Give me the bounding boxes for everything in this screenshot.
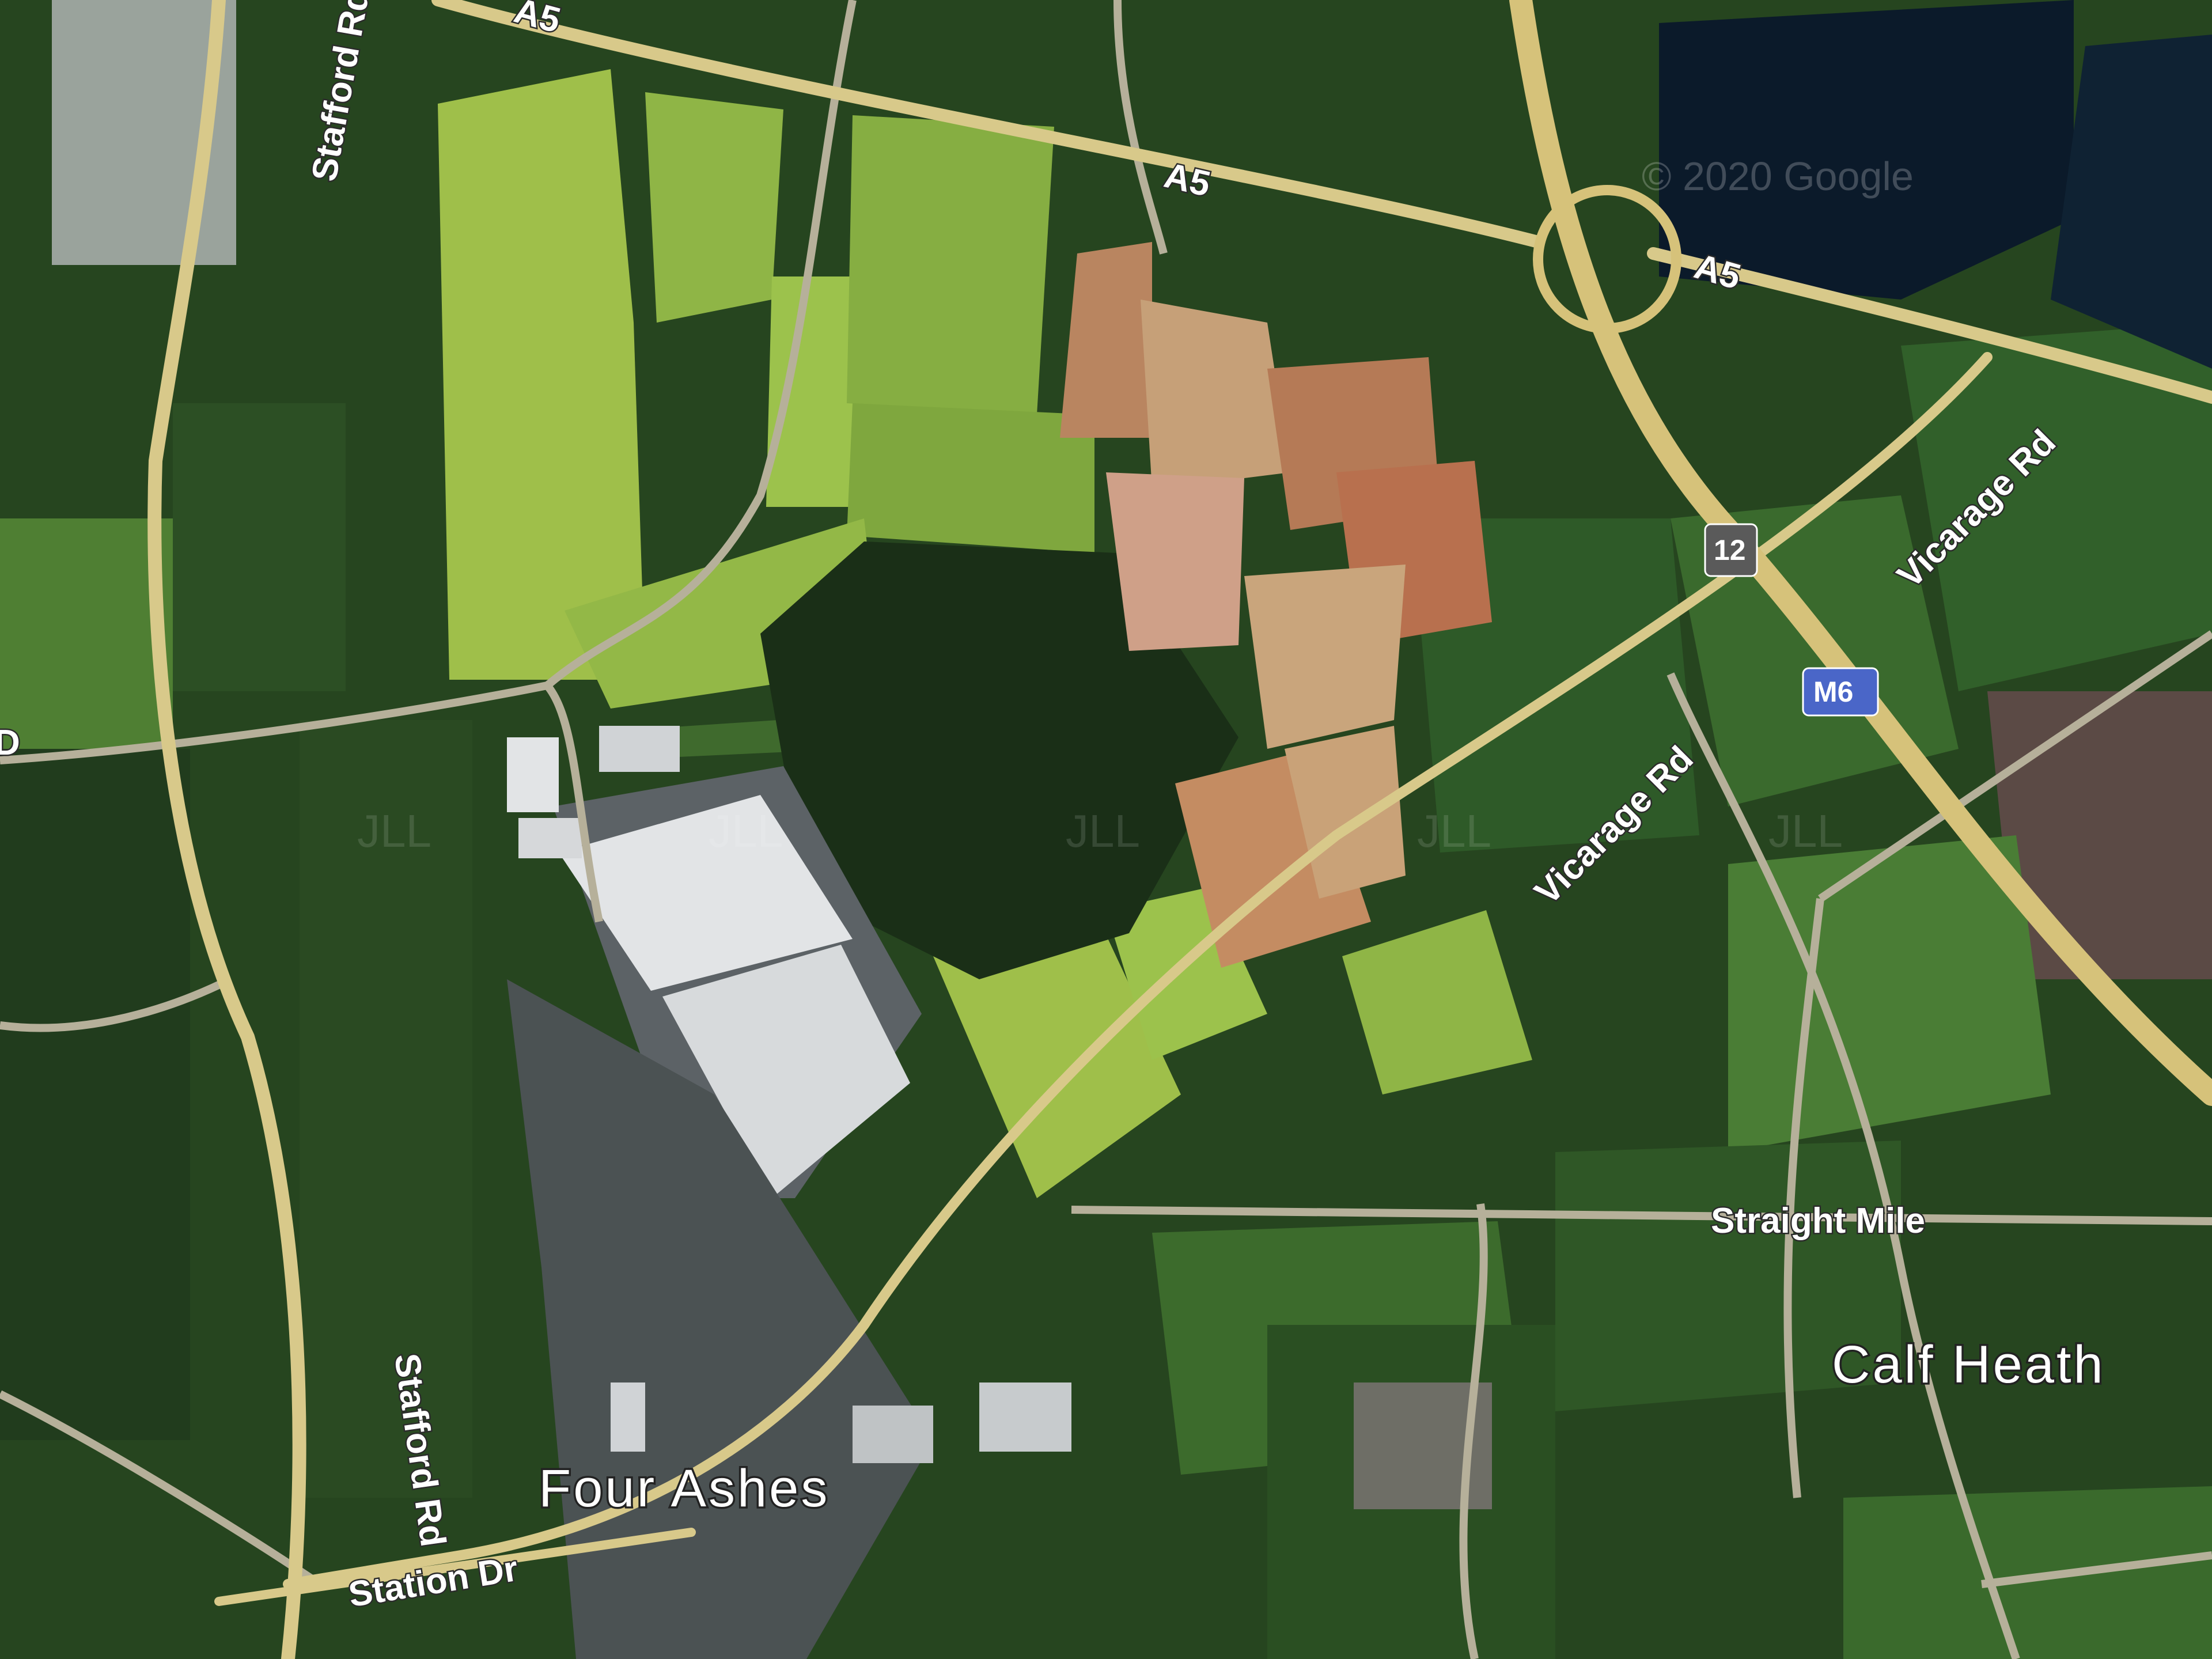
place-label-four-ashes[interactable]: Four Ashes [537, 1457, 830, 1520]
satellite-map[interactable]: © 2020 Google JLL JLL JLL JLL JLL A5 A5 … [0, 0, 2212, 1659]
motorway-shield-label: M6 [1813, 676, 1853, 708]
watermark-4: JLL [1417, 805, 1491, 857]
junction-shield-number: 12 [1714, 534, 1746, 566]
map-attribution: © 2020 Google [1642, 154, 1914, 199]
junction-shield[interactable]: 12 [1704, 523, 1758, 577]
place-label-calf-heath[interactable]: Calf Heath [1830, 1334, 2105, 1396]
motorway-shield[interactable]: M6 [1802, 667, 1879, 717]
watermark-1: JLL [357, 805, 431, 857]
road-label-left-edge[interactable]: D [0, 722, 21, 764]
watermark-3: JLL [1066, 805, 1140, 857]
road-label-straight-mile[interactable]: Straight Mile [1710, 1200, 1927, 1243]
watermark-2: JLL [709, 805, 783, 857]
watermark-5: JLL [1768, 805, 1843, 857]
